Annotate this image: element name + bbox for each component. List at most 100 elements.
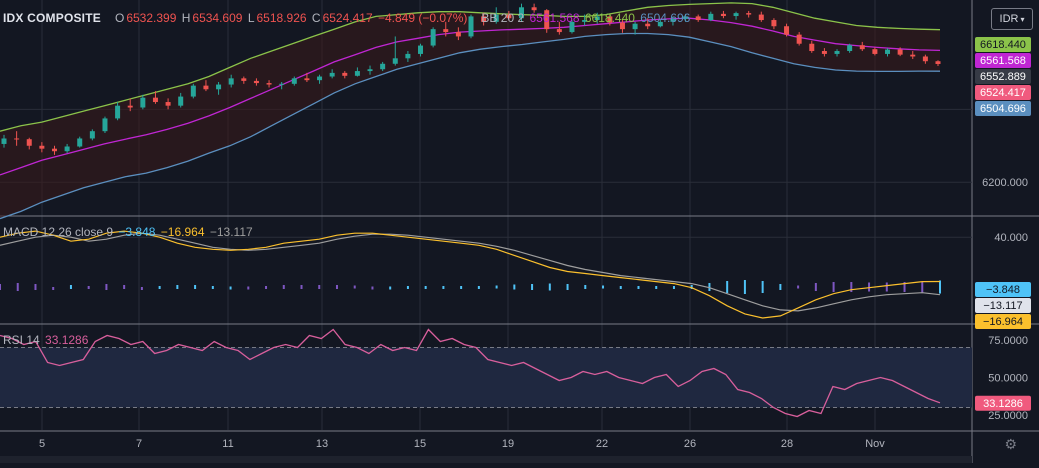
price-tick-label: 6200.000 — [982, 177, 1028, 189]
macd-histogram-bar — [52, 287, 55, 290]
candle-body — [39, 145, 45, 149]
candle-body — [885, 49, 891, 54]
main-legend: IDX COMPOSITE O 6532.399 H 6534.609 L 6518.… — [3, 11, 692, 25]
candle-body — [266, 83, 272, 85]
macd-histogram-bar — [637, 286, 640, 289]
macd-histogram-bar — [655, 286, 658, 289]
bb-lower-value: 6504.696 — [640, 11, 691, 25]
candle-body — [14, 138, 20, 140]
time-tick-label: 19 — [502, 438, 514, 450]
candle-body — [342, 72, 348, 76]
candle-body — [140, 97, 146, 108]
macd-histogram-bar — [211, 286, 214, 289]
macd-histogram-bar — [442, 286, 445, 289]
time-tick-label: 11 — [222, 438, 233, 450]
macd-value-tag-label: −16.964 — [983, 316, 1023, 328]
candle-body — [872, 49, 878, 54]
candle-body — [89, 131, 95, 139]
rsi-value: 33.1286 — [45, 333, 89, 347]
low-value: 6518.926 — [256, 11, 307, 25]
bb-upper-value: 6618.440 — [584, 11, 635, 25]
candle-body — [821, 51, 827, 54]
rsi-tick-label: 50.0000 — [988, 373, 1028, 385]
candle-body — [418, 45, 424, 54]
macd-histogram-bar — [16, 283, 19, 291]
macd-histogram-bar — [389, 286, 392, 290]
macd-histogram-bar — [34, 284, 37, 290]
currency-label: IDR — [999, 13, 1019, 25]
candle-body — [796, 34, 802, 44]
candle-body — [64, 146, 70, 152]
macd-histogram-bar — [885, 282, 888, 292]
rsi-label[interactable]: RSI 14 — [3, 333, 40, 347]
macd-value-tag-label: −13.117 — [983, 300, 1022, 312]
symbol-name[interactable]: IDX COMPOSITE — [3, 11, 101, 25]
candle-body — [26, 139, 32, 146]
macd-histogram-bar — [140, 287, 143, 290]
candle-body — [455, 32, 461, 37]
time-tick-label: 28 — [781, 438, 793, 450]
candle-body — [897, 49, 903, 55]
candle-body — [279, 83, 285, 85]
candle-body — [771, 20, 777, 27]
time-tick-label: 22 — [596, 438, 608, 450]
macd-histogram-bar — [87, 286, 90, 289]
macd-signal-value: −16.964 — [160, 225, 205, 239]
time-tick-label: 15 — [414, 438, 426, 450]
candle-body — [695, 16, 701, 21]
macd-histogram-bar — [921, 281, 924, 293]
candle-body — [859, 45, 865, 50]
bb-label[interactable]: BB 20 2 — [481, 11, 524, 25]
candle-body — [165, 102, 171, 106]
close-value: 6524.417 — [322, 11, 373, 25]
macd-histogram-bar — [779, 284, 782, 290]
candle-body — [367, 69, 373, 72]
candle-body — [392, 58, 398, 64]
candle-body — [329, 72, 335, 77]
candle-body — [847, 45, 853, 52]
high-label: H — [181, 11, 191, 25]
macd-histogram-bar — [300, 285, 303, 289]
macd-histogram-bar — [406, 286, 409, 289]
candle-body — [115, 105, 121, 119]
macd-label[interactable]: MACD 12 26 close 9 — [3, 225, 113, 239]
currency-button[interactable]: IDR ▾ — [991, 8, 1033, 30]
time-scrollbar — [0, 456, 972, 463]
candle-body — [152, 97, 158, 103]
macd-histogram-bar — [939, 280, 941, 294]
macd-histogram-bar — [477, 286, 480, 289]
macd-histogram-bar — [761, 281, 764, 293]
candle-body — [178, 96, 184, 106]
macd-histogram-bar — [868, 282, 871, 292]
candle-body — [127, 105, 133, 108]
open-value: 6532.399 — [126, 11, 177, 25]
macd-histogram-bar — [584, 285, 587, 289]
time-tick-label: 7 — [136, 438, 142, 450]
bb-mid-value: 6561.568 — [529, 11, 580, 25]
macd-histogram-bar — [229, 286, 232, 290]
candle-body — [253, 80, 259, 84]
macd-histogram-bar — [424, 286, 427, 289]
macd-histogram-bar — [726, 281, 729, 293]
candle-body — [922, 56, 928, 62]
macd-histogram-bar — [548, 283, 551, 291]
time-tick-label: 26 — [684, 438, 696, 450]
candle-body — [228, 78, 234, 85]
macd-histogram-bar — [531, 284, 534, 290]
macd-legend: MACD 12 26 close 9 −3.848 −16.964 −13.11… — [3, 225, 255, 239]
macd-histogram-bar — [460, 286, 463, 289]
price-tag-label: 6552.889 — [980, 71, 1026, 83]
candle-body — [77, 138, 83, 147]
macd-histogram-bar — [371, 286, 374, 290]
macd-histogram-bar — [247, 286, 250, 290]
macd-histogram-bar — [850, 282, 853, 292]
candle-body — [190, 85, 196, 97]
gear-icon[interactable]: ⚙ — [1004, 436, 1017, 453]
time-tick-label: 13 — [316, 438, 328, 450]
candle-body — [241, 78, 247, 81]
candle-body — [430, 29, 436, 46]
macd-histogram-bar — [105, 284, 108, 290]
candle-body — [910, 54, 916, 57]
macd-histogram-bar — [265, 286, 268, 289]
macd-histogram-bar — [797, 285, 800, 289]
